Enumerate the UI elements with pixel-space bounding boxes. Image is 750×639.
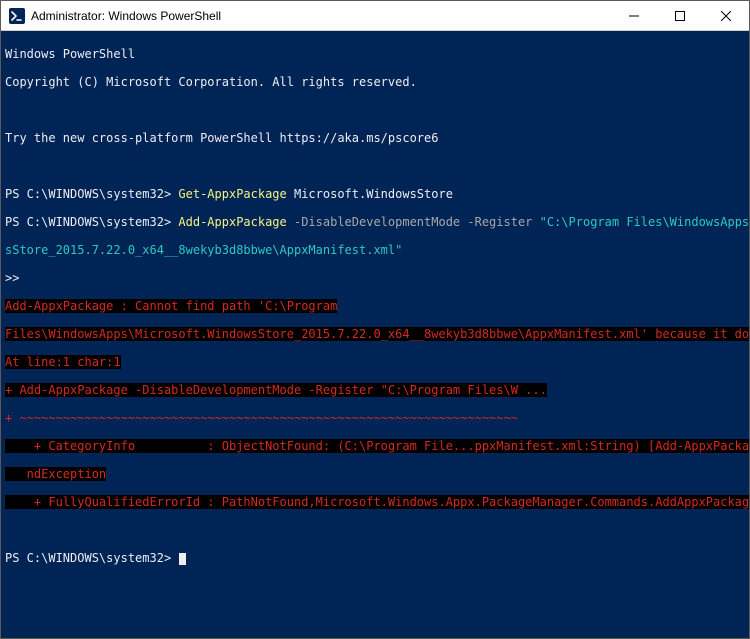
blank-line <box>5 523 745 537</box>
prompt: PS C:\WINDOWS\system32> <box>5 551 171 565</box>
error-line: Files\WindowsApps\Microsoft.WindowsStore… <box>5 327 745 341</box>
cmd-path: sStore_2015.7.22.0_x64__8wekyb3d8bbwe\Ap… <box>5 243 402 257</box>
blank-line <box>5 159 745 173</box>
cmd-arg: Microsoft.WindowsStore <box>294 187 453 201</box>
error-line: + CategoryInfo : ObjectNotFound: (C:\Pro… <box>5 439 745 453</box>
cmd-flag: -DisableDevelopmentMode <box>294 215 467 229</box>
cmdlet: Add-AppxPackage <box>178 215 294 229</box>
continuation-prompt: >> <box>5 271 745 285</box>
prompt: PS C:\WINDOWS\system32> <box>5 187 178 201</box>
powershell-icon <box>9 8 25 24</box>
error-text: Files\WindowsApps\Microsoft.WindowsStore… <box>5 327 749 341</box>
error-text: + CategoryInfo : ObjectNotFound: (C:\Pro… <box>5 439 749 453</box>
prompt-line: PS C:\WINDOWS\system32> <box>5 551 745 565</box>
error-text: Add-AppxPackage : Cannot find path 'C:\P… <box>5 299 337 313</box>
error-text: At line:1 char:1 <box>5 355 121 369</box>
cursor <box>179 553 186 565</box>
error-text: ndException <box>5 467 106 481</box>
window-title: Administrator: Windows PowerShell <box>31 9 221 23</box>
error-line: Add-AppxPackage : Cannot find path 'C:\P… <box>5 299 745 313</box>
cmd-path: "C:\Program Files\WindowsApps\Microsoft.… <box>540 215 749 229</box>
error-line: + FullyQualifiedErrorId : PathNotFound,M… <box>5 495 745 509</box>
titlebar[interactable]: Administrator: Windows PowerShell <box>1 1 749 31</box>
command-line: PS C:\WINDOWS\system32> Get-AppxPackage … <box>5 187 745 201</box>
blank-line <box>5 103 745 117</box>
command-line: PS C:\WINDOWS\system32> Add-AppxPackage … <box>5 215 745 229</box>
error-line: ndException <box>5 467 745 481</box>
terminal-area[interactable]: Windows PowerShell Copyright (C) Microso… <box>1 31 749 638</box>
banner-line: Windows PowerShell <box>5 47 745 61</box>
error-line: At line:1 char:1 <box>5 355 745 369</box>
powershell-window: Administrator: Windows PowerShell Window… <box>0 0 750 639</box>
banner-line: Try the new cross-platform PowerShell ht… <box>5 131 745 145</box>
cmd-flag: -Register <box>467 215 539 229</box>
close-button[interactable] <box>703 1 749 31</box>
error-text: + Add-AppxPackage -DisableDevelopmentMod… <box>5 383 547 397</box>
minimize-button[interactable] <box>611 1 657 31</box>
maximize-button[interactable] <box>657 1 703 31</box>
command-line-wrap: sStore_2015.7.22.0_x64__8wekyb3d8bbwe\Ap… <box>5 243 745 257</box>
error-text: + FullyQualifiedErrorId : PathNotFound,M… <box>5 495 749 509</box>
prompt: PS C:\WINDOWS\system32> <box>5 215 178 229</box>
error-line: + Add-AppxPackage -DisableDevelopmentMod… <box>5 383 745 397</box>
error-line: + ~~~~~~~~~~~~~~~~~~~~~~~~~~~~~~~~~~~~~~… <box>5 411 745 425</box>
error-text: + ~~~~~~~~~~~~~~~~~~~~~~~~~~~~~~~~~~~~~~… <box>5 411 518 425</box>
banner-line: Copyright (C) Microsoft Corporation. All… <box>5 75 745 89</box>
cmdlet: Get-AppxPackage <box>178 187 294 201</box>
